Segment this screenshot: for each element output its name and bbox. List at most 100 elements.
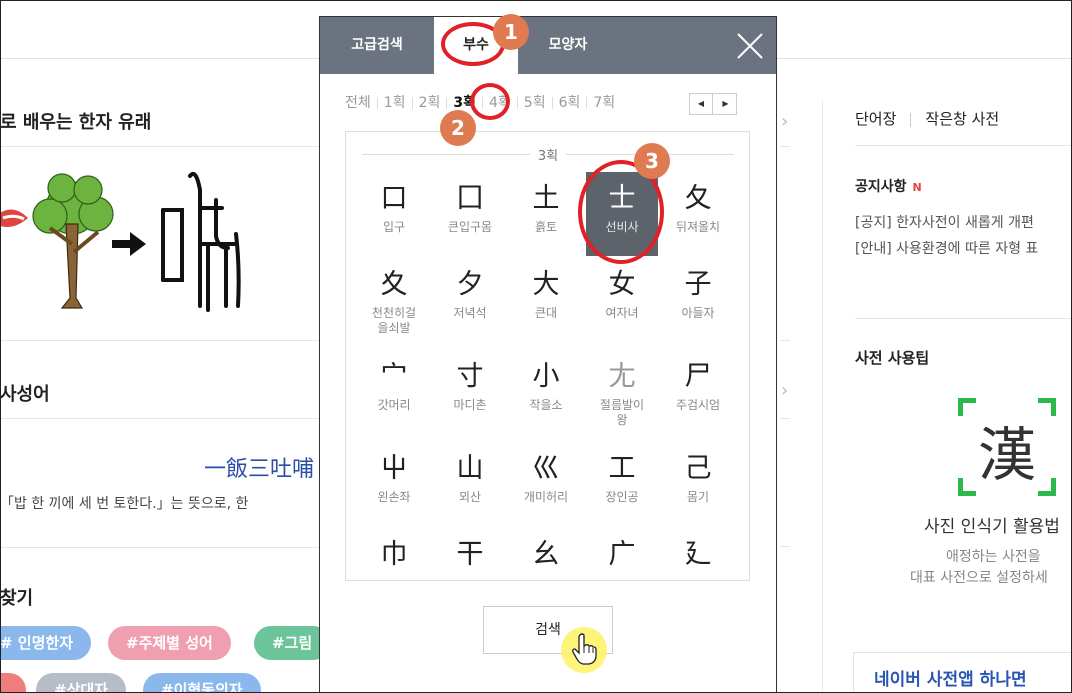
radical-cell[interactable]: 山 뫼산 (434, 442, 506, 526)
radical-cell[interactable]: 子 아들자 (662, 258, 734, 342)
separator (516, 97, 518, 109)
radical-name: 뒤져올치 (675, 220, 721, 234)
radical-name: 작을소 (529, 398, 563, 412)
stroke-1[interactable]: 1획 (384, 95, 406, 111)
next-arrow-icon[interactable]: ▶ (714, 94, 737, 114)
divider (780, 546, 790, 547)
tag-partial[interactable] (0, 673, 26, 693)
app-banner[interactable]: 네이버 사전앱 하나면 (853, 652, 1072, 693)
prev-arrow-icon[interactable]: ◀ (690, 94, 713, 114)
notice-item[interactable]: [공지] 한자사전이 새롭게 개편 (855, 212, 1034, 232)
tip-caption[interactable]: 사진 인식기 활용법 (924, 512, 1060, 537)
radical-glyph: 己 (684, 453, 712, 484)
tab-advanced-search[interactable]: 고급검색 (320, 17, 434, 74)
origin-section-title: 로 배우는 한자 유래 (0, 112, 152, 133)
radical-cell[interactable]: 广 (586, 528, 658, 580)
right-links: 단어장 작은창 사전 (855, 108, 999, 129)
hand-cursor-icon (572, 633, 597, 665)
radical-glyph: 小 (532, 361, 560, 392)
stroke-3[interactable]: 3획 (453, 95, 476, 111)
radical-cell[interactable]: 干 (434, 528, 506, 580)
radical-cell[interactable]: 己 몸기 (662, 442, 734, 526)
wordbook-link[interactable]: 단어장 (855, 110, 896, 128)
photo-recognition-icon[interactable]: 漢 (958, 398, 1056, 496)
separator (481, 97, 483, 109)
tree-origin-illustration (0, 171, 241, 312)
chevron-right-icon[interactable]: › (781, 111, 788, 132)
radical-glyph: 尸 (684, 361, 712, 392)
radical-name: 큰입구몸 (447, 220, 493, 234)
radical-cell[interactable]: 囗 큰입구몸 (434, 172, 506, 256)
radical-glyph: 工 (608, 453, 636, 484)
radical-cell[interactable]: 寸 마디촌 (434, 350, 506, 434)
tag-theme-idiom[interactable]: #주제별 성어 (108, 626, 231, 660)
radical-cell[interactable]: 巛 개미허리 (510, 442, 582, 526)
radical-name: 개미허리 (523, 490, 569, 504)
radical-glyph: 宀 (380, 361, 408, 392)
radical-name: 아들자 (681, 306, 715, 320)
origin-illustration[interactable] (0, 148, 330, 338)
close-icon[interactable] (734, 30, 766, 62)
radical-name: 마디촌 (453, 398, 487, 412)
radical-glyph: 大 (532, 269, 560, 300)
radical-cell[interactable]: 小 작을소 (510, 350, 582, 434)
radical-cell[interactable]: 屮 왼손좌 (358, 442, 430, 526)
radical-name: 갓머리 (377, 398, 411, 412)
radical-glyph: 夂 (684, 183, 712, 214)
stroke-group-label: 3획 (530, 145, 566, 164)
radical-name: 왼손좌 (377, 490, 411, 504)
radical-name: 주검시엄 (675, 398, 721, 412)
radical-name: 여자녀 (605, 306, 639, 320)
divider (855, 318, 1072, 319)
notice-item[interactable]: [안내] 사용환경에 따른 자형 표 (855, 238, 1038, 258)
separator (910, 112, 912, 127)
radical-cell[interactable]: 巾 (358, 528, 430, 580)
radical-name: 입구 (382, 220, 406, 234)
chevron-right-icon[interactable]: › (781, 380, 788, 401)
stroke-7[interactable]: 7획 (593, 95, 615, 111)
stroke-6[interactable]: 6획 (559, 95, 581, 111)
radical-cell[interactable]: 土 흙토 (510, 172, 582, 256)
tag-antonym[interactable]: #상대자 (36, 673, 126, 693)
radical-name: 천천히걸 을쇠발 (371, 306, 417, 335)
radical-glyph: 巛 (532, 453, 560, 484)
stroke-5[interactable]: 5획 (524, 95, 546, 111)
notice-title-text: 공지사항 (855, 179, 907, 195)
radical-cell[interactable]: 口 입구 (358, 172, 430, 256)
annotation-badge-3: 3 (634, 143, 670, 179)
tip-subtitle: 대표 사전으로 설정하세 (910, 570, 1048, 586)
radical-cell[interactable]: 大 큰대 (510, 258, 582, 342)
radical-cell[interactable]: 工 장인공 (586, 442, 658, 526)
stroke-filter: 전체 1획 2획 3획 4획 5획 6획 7획 (345, 92, 615, 112)
radical-cell[interactable]: 士 선비사 (586, 172, 658, 256)
radical-name: 장인공 (605, 490, 639, 504)
radical-cell[interactable]: 廴 (662, 528, 734, 580)
radical-name: 저녁석 (453, 306, 487, 320)
radical-cell[interactable]: 夂 뒤져올치 (662, 172, 734, 256)
radical-cell[interactable]: 尢 절름발이 왕 (586, 350, 658, 434)
radical-cell[interactable]: 幺 (510, 528, 582, 580)
tag-name-hanja[interactable]: # 인명한자 (0, 626, 91, 660)
idiom-card[interactable]: 一飯三吐哺 「밥 한 끼에 세 번 토한다.」는 뜻으로, 한 (0, 418, 330, 548)
radical-glyph: 土 (532, 183, 560, 214)
tab-shape[interactable]: 모양자 (518, 17, 618, 74)
radical-cell[interactable]: 夊 천천히걸 을쇠발 (358, 258, 430, 342)
tag-variant[interactable]: #이형동의자 (143, 673, 261, 693)
radical-glyph: 干 (456, 539, 484, 570)
separator (376, 97, 378, 109)
radical-glyph: 夊 (380, 269, 408, 300)
stroke-all[interactable]: 전체 (345, 95, 371, 111)
idiom-section-title: 사성어 (0, 384, 50, 405)
radical-cell[interactable]: 宀 갓머리 (358, 350, 430, 434)
mini-window-link[interactable]: 작은창 사전 (925, 110, 999, 128)
find-section-title: 찾기 (0, 588, 34, 609)
stroke-4[interactable]: 4획 (489, 95, 511, 111)
radical-cell[interactable]: 夕 저녁석 (434, 258, 506, 342)
divider (780, 340, 790, 341)
notice-title[interactable]: 공지사항 N (855, 176, 922, 196)
radical-cell[interactable]: 尸 주검시엄 (662, 350, 734, 434)
idiom-hanzi[interactable]: 一飯三吐哺 (204, 451, 314, 483)
separator (411, 97, 413, 109)
radical-cell[interactable]: 女 여자녀 (586, 258, 658, 342)
stroke-2[interactable]: 2획 (419, 95, 441, 111)
